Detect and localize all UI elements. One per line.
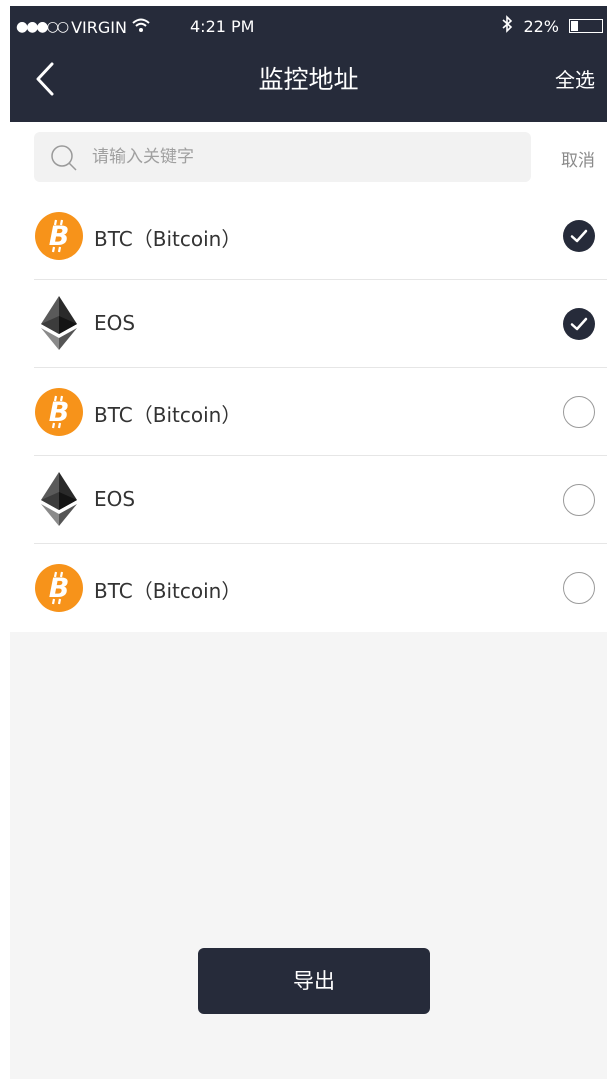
coin-name: EOS <box>94 487 136 511</box>
search-icon <box>51 145 77 171</box>
search-input[interactable] <box>92 145 512 169</box>
checkbox-checked[interactable] <box>563 308 595 340</box>
battery-percent: 22% <box>523 16 559 36</box>
header: ●●●○○ VIRGIN 4:21 PM 22% 监控地址 全选 <box>10 6 607 122</box>
checkbox-unchecked[interactable] <box>563 484 595 516</box>
list-item[interactable]: B BTC（Bitcoin） <box>10 544 607 632</box>
export-button[interactable]: 导出 <box>198 948 430 1014</box>
app-screen: ●●●○○ VIRGIN 4:21 PM 22% 监控地址 全选 请输入关键字 … <box>10 6 607 1079</box>
list-item[interactable]: B BTC（Bitcoin） <box>10 192 607 280</box>
wifi-icon <box>131 17 151 37</box>
coin-name: EOS <box>94 311 136 335</box>
nav-bar: 监控地址 全选 <box>10 46 607 122</box>
page-title: 监控地址 <box>258 65 359 94</box>
status-time: 4:21 PM <box>190 17 255 36</box>
bitcoin-icon: B <box>34 211 84 261</box>
checkbox-unchecked[interactable] <box>563 572 595 604</box>
battery-icon <box>569 19 603 33</box>
list-item[interactable]: EOS <box>10 280 607 368</box>
status-bar: ●●●○○ VIRGIN 4:21 PM 22% <box>10 6 607 46</box>
cancel-button[interactable]: 取消 <box>561 146 595 171</box>
bitcoin-icon: B <box>34 563 84 613</box>
checkbox-checked[interactable] <box>563 220 595 252</box>
coin-list: B BTC（Bitcoin） EOS B BTC（Bitcoin） EOS B … <box>10 192 607 632</box>
ethereum-icon <box>34 294 84 352</box>
coin-name: BTC（Bitcoin） <box>94 579 242 603</box>
checkbox-unchecked[interactable] <box>563 396 595 428</box>
list-item[interactable]: B BTC（Bitcoin） <box>10 368 607 456</box>
select-all-button[interactable]: 全选 <box>555 64 595 93</box>
carrier-group: ●●●○○ VIRGIN <box>16 17 151 37</box>
bluetooth-icon <box>501 15 513 37</box>
list-item[interactable]: EOS <box>10 456 607 544</box>
bitcoin-icon: B <box>34 387 84 437</box>
coin-name: BTC（Bitcoin） <box>94 403 242 427</box>
battery-level <box>571 21 578 31</box>
search-box[interactable] <box>34 132 531 182</box>
search-bar: 取消 <box>10 122 607 192</box>
status-right: 22% <box>501 15 603 37</box>
signal-strength: ●●●○○ <box>16 19 69 35</box>
coin-name: BTC（Bitcoin） <box>94 227 242 251</box>
ethereum-icon <box>34 470 84 528</box>
carrier-name: VIRGIN <box>71 17 127 37</box>
